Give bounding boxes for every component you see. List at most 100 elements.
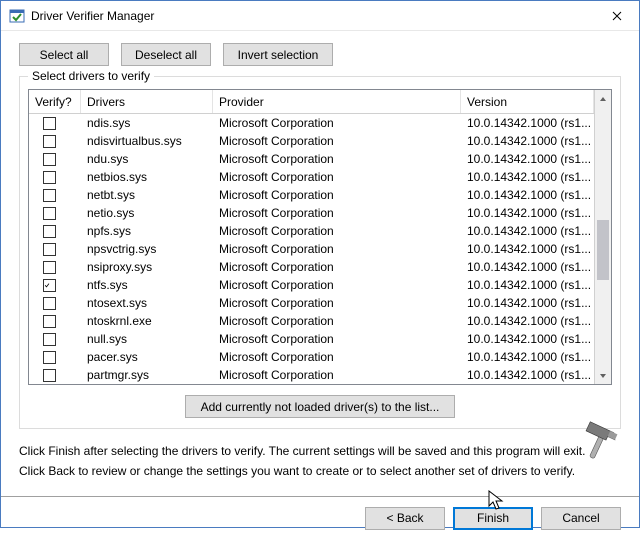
table-row[interactable]: null.sysMicrosoft Corporation10.0.14342.…	[29, 330, 594, 348]
instructions-text: Click Finish after selecting the drivers…	[19, 441, 621, 482]
table-row[interactable]: ntosext.sysMicrosoft Corporation10.0.143…	[29, 294, 594, 312]
column-drivers[interactable]: Drivers	[81, 90, 213, 113]
verify-checkbox[interactable]	[43, 297, 56, 310]
close-button[interactable]	[594, 1, 639, 30]
version-cell: 10.0.14342.1000 (rs1...	[461, 314, 594, 328]
table-row[interactable]: ndu.sysMicrosoft Corporation10.0.14342.1…	[29, 150, 594, 168]
instructions-line-2: Click Back to review or change the setti…	[19, 461, 621, 481]
table-row[interactable]: npfs.sysMicrosoft Corporation10.0.14342.…	[29, 222, 594, 240]
version-cell: 10.0.14342.1000 (rs1...	[461, 152, 594, 166]
version-cell: 10.0.14342.1000 (rs1...	[461, 206, 594, 220]
verify-checkbox[interactable]	[43, 117, 56, 130]
driver-name-cell: npsvctrig.sys	[81, 242, 213, 256]
verify-checkbox[interactable]	[43, 153, 56, 166]
provider-cell: Microsoft Corporation	[213, 170, 461, 184]
verify-checkbox[interactable]	[43, 135, 56, 148]
verify-checkbox[interactable]	[43, 171, 56, 184]
provider-cell: Microsoft Corporation	[213, 242, 461, 256]
table-row[interactable]: ndisvirtualbus.sysMicrosoft Corporation1…	[29, 132, 594, 150]
window-title: Driver Verifier Manager	[31, 9, 594, 23]
verify-checkbox[interactable]	[43, 189, 56, 202]
driver-name-cell: npfs.sys	[81, 224, 213, 238]
instructions-line-1: Click Finish after selecting the drivers…	[19, 441, 621, 461]
version-cell: 10.0.14342.1000 (rs1...	[461, 296, 594, 310]
provider-cell: Microsoft Corporation	[213, 206, 461, 220]
table-row[interactable]: ntfs.sysMicrosoft Corporation10.0.14342.…	[29, 276, 594, 294]
listview-header: Verify? Drivers Provider Version	[29, 90, 594, 114]
deselect-all-button[interactable]: Deselect all	[121, 43, 211, 66]
provider-cell: Microsoft Corporation	[213, 278, 461, 292]
column-provider[interactable]: Provider	[213, 90, 461, 113]
back-button[interactable]: < Back	[365, 507, 445, 530]
provider-cell: Microsoft Corporation	[213, 116, 461, 130]
verify-checkbox[interactable]	[43, 243, 56, 256]
footer-button-bar: < Back Finish Cancel	[1, 497, 639, 540]
app-icon	[9, 8, 25, 24]
provider-cell: Microsoft Corporation	[213, 224, 461, 238]
verify-checkbox[interactable]	[43, 369, 56, 382]
version-cell: 10.0.14342.1000 (rs1...	[461, 350, 594, 364]
driver-name-cell: ndu.sys	[81, 152, 213, 166]
title-bar: Driver Verifier Manager	[1, 1, 639, 31]
verify-checkbox[interactable]	[43, 261, 56, 274]
verify-checkbox[interactable]	[43, 351, 56, 364]
table-row[interactable]: netbios.sysMicrosoft Corporation10.0.143…	[29, 168, 594, 186]
provider-cell: Microsoft Corporation	[213, 296, 461, 310]
driver-name-cell: nsiproxy.sys	[81, 260, 213, 274]
verify-checkbox[interactable]	[43, 333, 56, 346]
cancel-button[interactable]: Cancel	[541, 507, 621, 530]
finish-button[interactable]: Finish	[453, 507, 533, 530]
verify-checkbox[interactable]	[43, 279, 56, 292]
version-cell: 10.0.14342.1000 (rs1...	[461, 278, 594, 292]
driver-name-cell: ntoskrnl.exe	[81, 314, 213, 328]
version-cell: 10.0.14342.1000 (rs1...	[461, 116, 594, 130]
drivers-listview[interactable]: Verify? Drivers Provider Version ndis.sy…	[28, 89, 612, 385]
scroll-up-arrow[interactable]	[595, 90, 611, 107]
table-row[interactable]: netbt.sysMicrosoft Corporation10.0.14342…	[29, 186, 594, 204]
add-unloaded-drivers-button[interactable]: Add currently not loaded driver(s) to th…	[185, 395, 455, 418]
drivers-groupbox: Select drivers to verify Verify? Drivers…	[19, 76, 621, 429]
provider-cell: Microsoft Corporation	[213, 350, 461, 364]
provider-cell: Microsoft Corporation	[213, 152, 461, 166]
version-cell: 10.0.14342.1000 (rs1...	[461, 260, 594, 274]
invert-selection-button[interactable]: Invert selection	[223, 43, 333, 66]
table-row[interactable]: npsvctrig.sysMicrosoft Corporation10.0.1…	[29, 240, 594, 258]
provider-cell: Microsoft Corporation	[213, 260, 461, 274]
driver-name-cell: netbt.sys	[81, 188, 213, 202]
driver-name-cell: partmgr.sys	[81, 368, 213, 382]
driver-name-cell: null.sys	[81, 332, 213, 346]
column-version[interactable]: Version	[461, 90, 594, 113]
verify-checkbox[interactable]	[43, 225, 56, 238]
verify-checkbox[interactable]	[43, 315, 56, 328]
table-row[interactable]: pacer.sysMicrosoft Corporation10.0.14342…	[29, 348, 594, 366]
driver-name-cell: ndisvirtualbus.sys	[81, 134, 213, 148]
groupbox-legend: Select drivers to verify	[28, 69, 154, 83]
driver-name-cell: netbios.sys	[81, 170, 213, 184]
version-cell: 10.0.14342.1000 (rs1...	[461, 332, 594, 346]
version-cell: 10.0.14342.1000 (rs1...	[461, 224, 594, 238]
version-cell: 10.0.14342.1000 (rs1...	[461, 188, 594, 202]
provider-cell: Microsoft Corporation	[213, 314, 461, 328]
provider-cell: Microsoft Corporation	[213, 188, 461, 202]
driver-name-cell: ndis.sys	[81, 116, 213, 130]
scrollbar-thumb[interactable]	[597, 220, 609, 280]
vertical-scrollbar[interactable]	[594, 90, 611, 384]
table-row[interactable]: partmgr.sysMicrosoft Corporation10.0.143…	[29, 366, 594, 384]
table-row[interactable]: ntoskrnl.exeMicrosoft Corporation10.0.14…	[29, 312, 594, 330]
version-cell: 10.0.14342.1000 (rs1...	[461, 170, 594, 184]
select-all-button[interactable]: Select all	[19, 43, 109, 66]
column-verify[interactable]: Verify?	[29, 90, 81, 113]
driver-name-cell: netio.sys	[81, 206, 213, 220]
table-row[interactable]: nsiproxy.sysMicrosoft Corporation10.0.14…	[29, 258, 594, 276]
version-cell: 10.0.14342.1000 (rs1...	[461, 242, 594, 256]
version-cell: 10.0.14342.1000 (rs1...	[461, 368, 594, 382]
driver-name-cell: ntfs.sys	[81, 278, 213, 292]
verify-checkbox[interactable]	[43, 207, 56, 220]
driver-name-cell: pacer.sys	[81, 350, 213, 364]
scroll-down-arrow[interactable]	[595, 367, 611, 384]
provider-cell: Microsoft Corporation	[213, 332, 461, 346]
table-row[interactable]: ndis.sysMicrosoft Corporation10.0.14342.…	[29, 114, 594, 132]
provider-cell: Microsoft Corporation	[213, 368, 461, 382]
table-row[interactable]: netio.sysMicrosoft Corporation10.0.14342…	[29, 204, 594, 222]
driver-name-cell: ntosext.sys	[81, 296, 213, 310]
